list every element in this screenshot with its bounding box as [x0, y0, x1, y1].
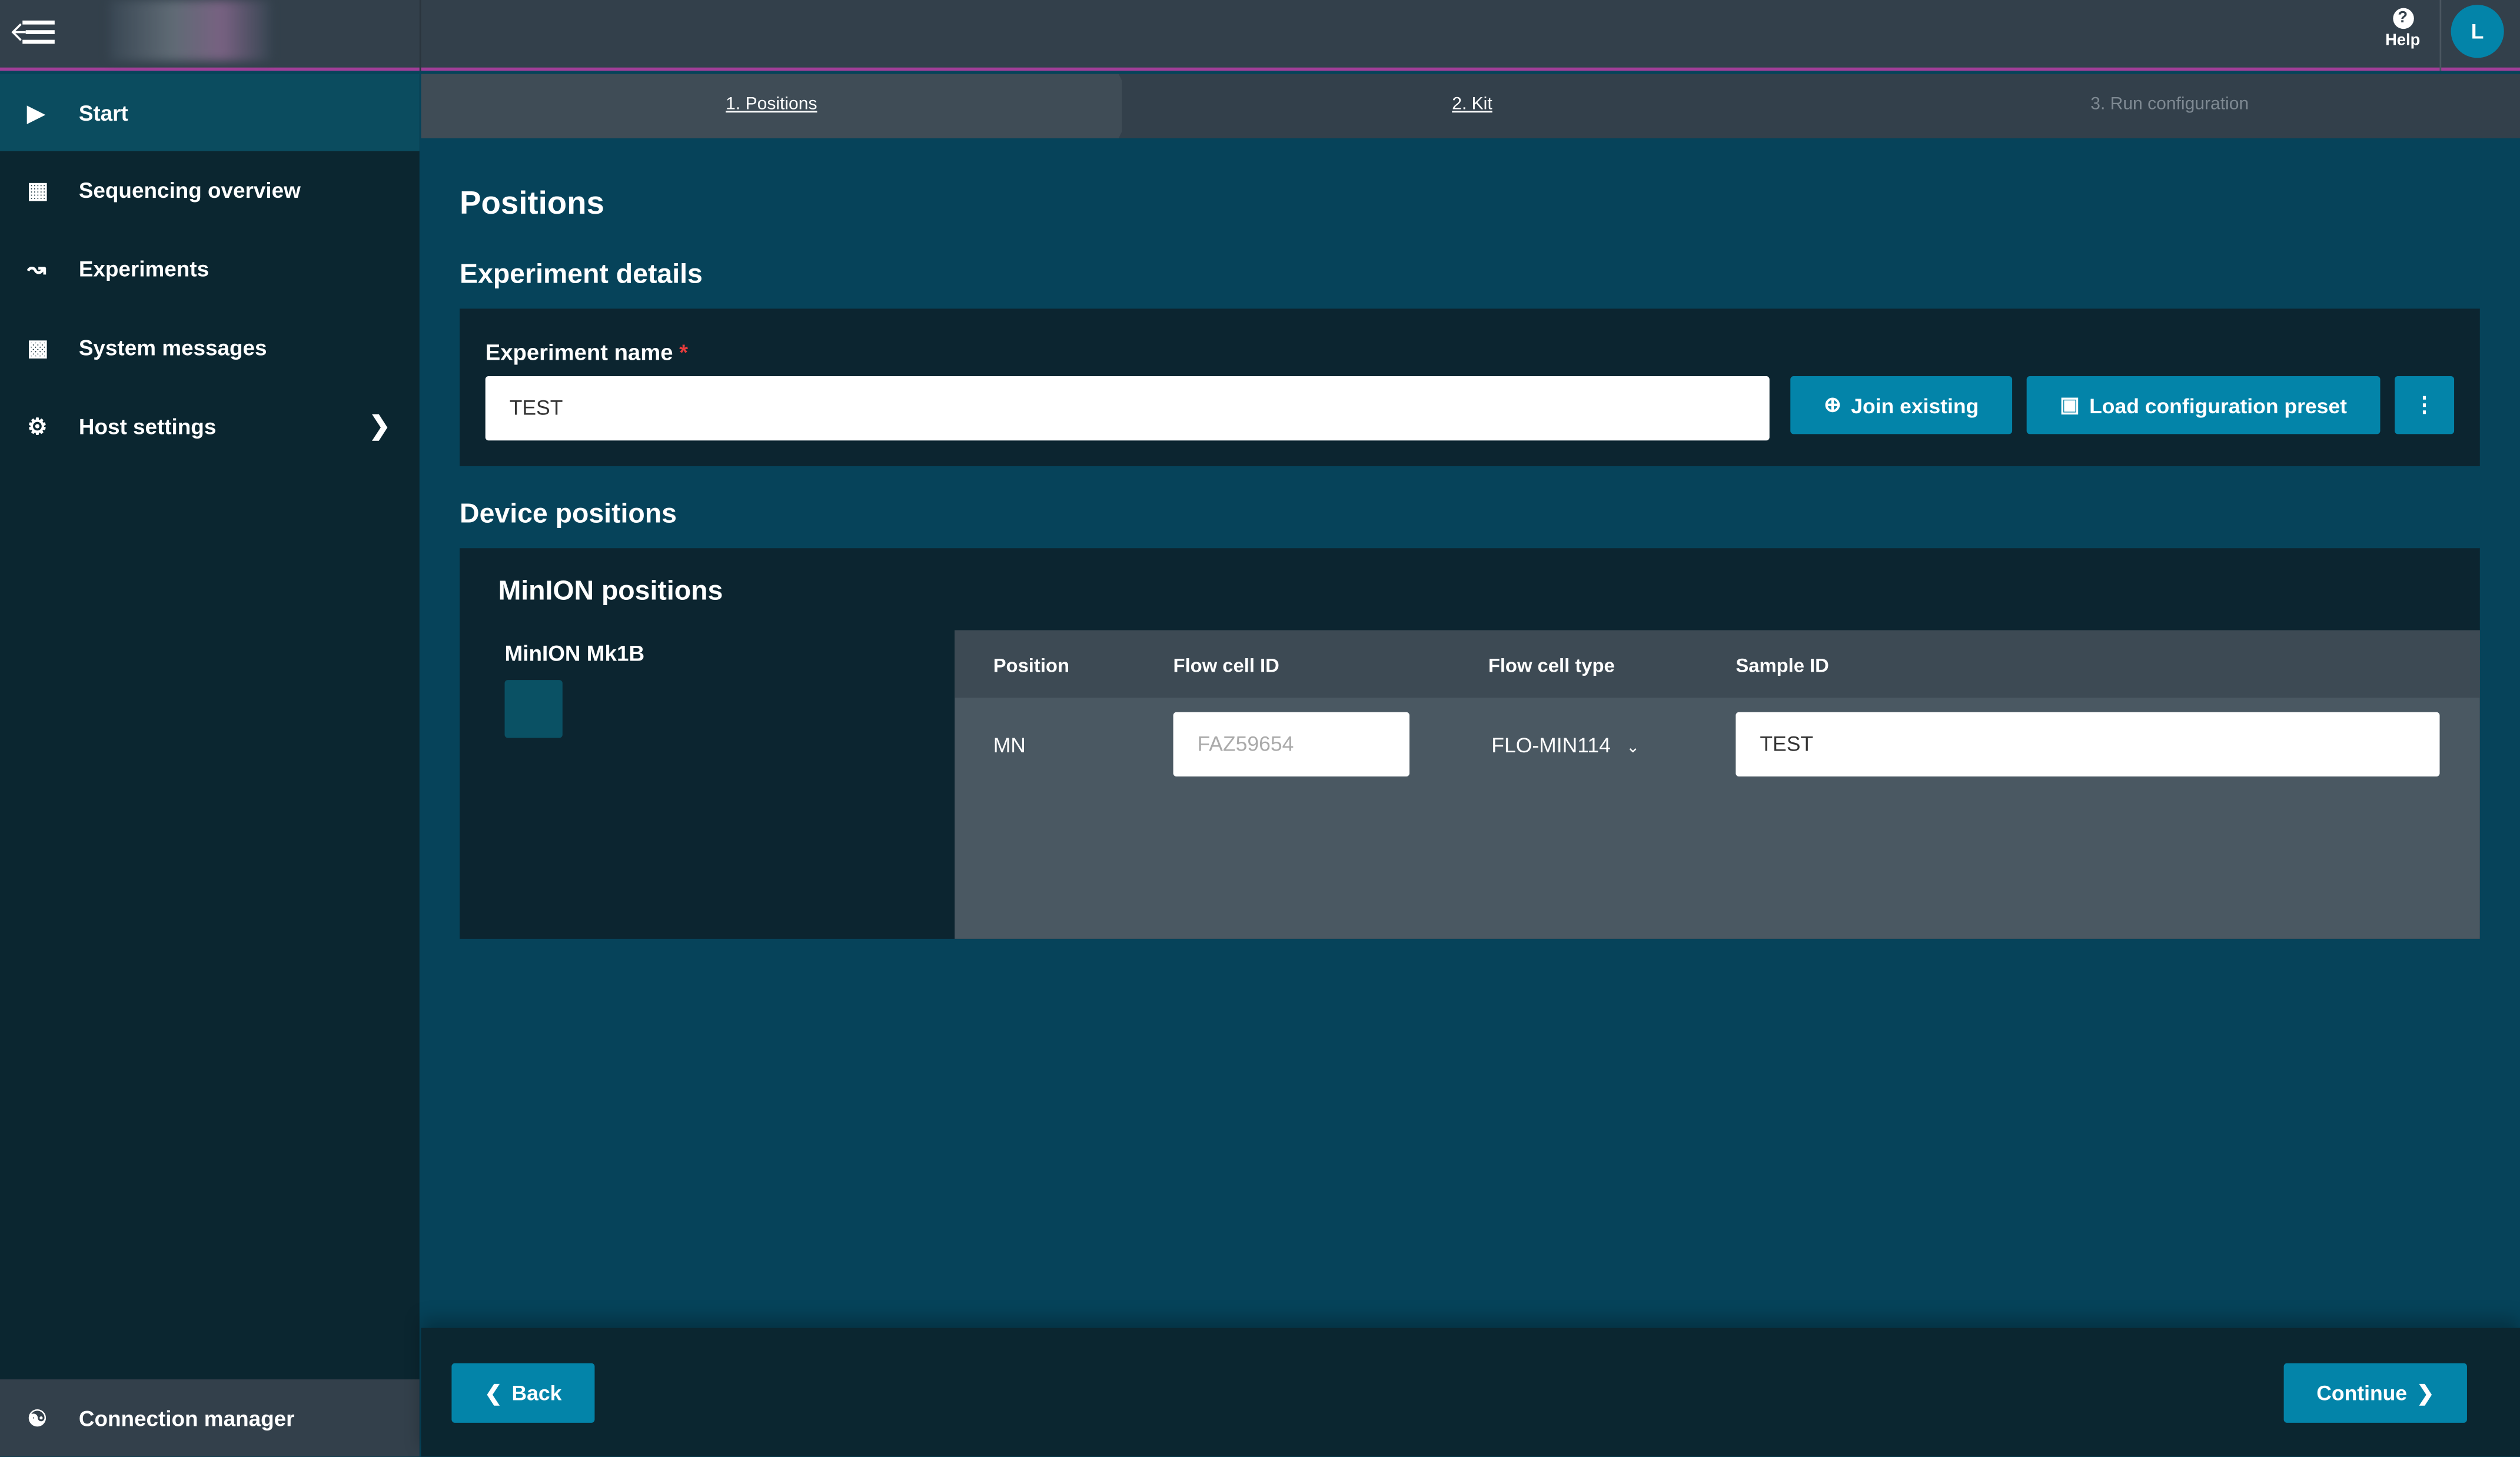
step-run-configuration: 3. Run configuration — [2090, 95, 2249, 114]
load-configuration-preset-button[interactable]: ▣ Load configuration preset — [2026, 376, 2381, 434]
experiment-name-input[interactable]: TEST — [485, 376, 1770, 441]
app: ? Help L ▶︎ Start ▦ Sequencing overview ↝ Ex… — [0, 0, 2520, 1457]
chevron-right-icon: ❯ — [2416, 1380, 2435, 1405]
position-cell: MN — [993, 733, 1026, 758]
plus-circle-icon: ⊕ — [1824, 392, 1841, 417]
minion-positions-card: MinION positions MinION Mk1B Position Fl… — [460, 548, 2480, 939]
experiment-name-label: Experiment name — [485, 339, 673, 365]
more-vertical-icon: ⋮ — [2413, 392, 2435, 417]
network-icon: ☯ — [27, 1404, 48, 1431]
page-title: Positions — [460, 186, 604, 222]
sidebar-item-sequencing-overview[interactable]: ▦ Sequencing overview — [0, 151, 420, 228]
grid-icon: ▦ — [27, 176, 49, 202]
experiment-details-card: Experiment name * TEST ⊕ Join existing ▣ L… — [460, 308, 2480, 466]
play-circle-icon: ▶︎ — [27, 98, 45, 125]
footer: ❮ Back Continue ❯ — [421, 1327, 2520, 1457]
logo — [109, 0, 270, 61]
help-icon: ? — [2392, 8, 2413, 29]
chevron-right-icon: ❯ — [368, 413, 391, 441]
chevron-down-icon: ⌄ — [1626, 739, 1640, 758]
collapse-menu-icon[interactable] — [9, 16, 58, 48]
sidebar-item-start[interactable]: ▶︎ Start — [0, 74, 420, 151]
gear-icon: ⚙ — [27, 412, 48, 439]
more-options-button[interactable]: ⋮ — [2395, 376, 2455, 434]
connection-manager[interactable]: ☯ Connection manager — [0, 1379, 420, 1457]
column-sample-id: Sample ID — [1736, 654, 1829, 677]
required-mark: * — [679, 339, 688, 365]
section-experiment-details: Experiment details — [460, 258, 703, 290]
stepper: 1. Positions 2. Kit 3. Run configuration — [421, 74, 2520, 138]
sidebar-item-host-settings[interactable]: ⚙ Host settings ❯ — [0, 387, 420, 464]
upload-icon: ▣ — [2060, 392, 2080, 417]
join-existing-button[interactable]: ⊕ Join existing — [1790, 376, 2013, 434]
chevron-left-icon: ❮ — [484, 1380, 503, 1405]
back-button[interactable]: ❮ Back — [451, 1363, 595, 1423]
sidebar: ▶︎ Start ▦ Sequencing overview ↝ Experiment… — [0, 74, 420, 1457]
message-icon: ▩ — [27, 333, 49, 360]
step-kit[interactable]: 2. Kit — [1122, 95, 1823, 114]
column-flow-cell-type: Flow cell type — [1488, 654, 1615, 677]
main-content: Positions Experiment details Experiment … — [421, 138, 2520, 1328]
flow-cell-id-input[interactable]: FAZ59654 — [1173, 712, 1409, 777]
continue-button[interactable]: Continue ❯ — [2283, 1363, 2467, 1423]
line-chart-icon: ↝ — [27, 254, 46, 281]
positions-table: Position Flow cell ID Flow cell type Sam… — [955, 630, 2480, 939]
user-avatar[interactable]: L — [2451, 5, 2504, 58]
column-position: Position — [993, 654, 1069, 677]
flow-cell-type-select[interactable]: FLO-MIN114 ⌄ — [1491, 733, 1640, 757]
top-bar: ? Help L — [0, 0, 2520, 71]
device-label: MinION Mk1B — [504, 641, 645, 666]
minion-positions-title: MinION positions — [498, 575, 723, 606]
table-header: Position Flow cell ID Flow cell type Sam… — [955, 630, 2480, 698]
sidebar-item-experiments[interactable]: ↝ Experiments — [0, 230, 420, 307]
step-positions[interactable]: 1. Positions — [421, 95, 1122, 114]
section-device-positions: Device positions — [460, 498, 677, 529]
device-position-tile[interactable] — [504, 680, 563, 738]
column-flow-cell-id: Flow cell ID — [1173, 654, 1279, 677]
sample-id-input[interactable]: TEST — [1736, 712, 2440, 777]
sidebar-item-system-messages[interactable]: ▩ System messages — [0, 308, 420, 386]
help-button[interactable]: ? Help — [2379, 8, 2427, 50]
